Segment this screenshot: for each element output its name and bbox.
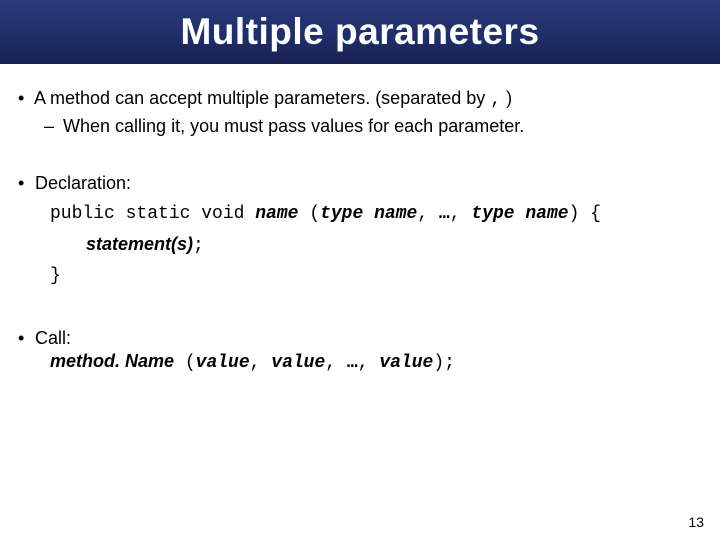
decl-param-name: name (374, 204, 417, 224)
ellipsis-icon: … (347, 353, 358, 373)
call-semicolon: ; (444, 353, 455, 373)
slide-title: Multiple parameters (180, 11, 539, 53)
call-value: value (196, 353, 250, 373)
declaration-close-brace: } (50, 266, 702, 286)
decl-comma: , (450, 204, 472, 224)
slide-body: • A method can accept multiple parameter… (0, 64, 720, 373)
declaration-statement: statement(s); (86, 234, 702, 256)
bullet-call: • Call: (18, 328, 702, 349)
bullet-dot-icon: • (18, 328, 30, 349)
decl-close-paren: ) (569, 204, 580, 224)
call-method-name: method. Name (50, 351, 174, 371)
bullet-dot-icon: • (18, 173, 30, 194)
bullet-declaration: • Declaration: (18, 173, 702, 194)
stmt-semicolon: ; (193, 236, 204, 256)
ellipsis-icon: … (439, 204, 450, 224)
stmt-text: statement(s) (86, 234, 193, 254)
bullet-text-end: ) (506, 88, 512, 108)
call-comma: , (250, 353, 272, 373)
bullet-text: A method can accept multiple parameters.… (34, 88, 485, 108)
page-number: 13 (688, 514, 704, 530)
call-value: value (271, 353, 325, 373)
decl-open-paren: ( (298, 204, 320, 224)
title-bar: Multiple parameters (0, 0, 720, 64)
decl-comma: , (417, 204, 439, 224)
call-code: method. Name (value, value, …, value); (50, 351, 702, 373)
decl-type: type (471, 204, 514, 224)
decl-type: type (320, 204, 363, 224)
bullet-text: Call: (35, 328, 71, 348)
bullet-sub-pass-values: – When calling it, you must pass values … (44, 116, 702, 137)
call-open-paren: ( (174, 353, 196, 373)
decl-open-brace: { (579, 204, 601, 224)
bullet-accept-multiple: • A method can accept multiple parameter… (18, 88, 702, 110)
bullet-sub-text: When calling it, you must pass values fo… (63, 116, 524, 136)
comma-literal: , (490, 90, 501, 110)
decl-method-name: name (255, 204, 298, 224)
decl-prefix: public static void (50, 204, 255, 224)
decl-param-name: name (525, 204, 568, 224)
bullet-text: Declaration: (35, 173, 131, 193)
call-comma: , (325, 353, 347, 373)
dash-icon: – (44, 116, 58, 137)
call-comma: , (358, 353, 380, 373)
call-value: value (379, 353, 433, 373)
bullet-dot-icon: • (18, 88, 30, 109)
call-close-paren: ) (433, 353, 444, 373)
declaration-code: public static void name (type name, …, t… (50, 202, 702, 224)
